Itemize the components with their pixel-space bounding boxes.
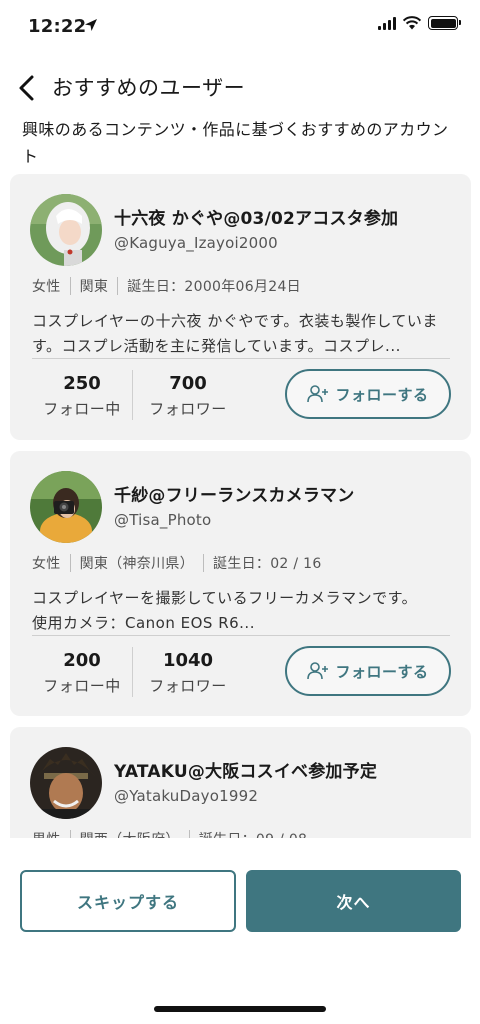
user-gender: 女性 xyxy=(32,556,61,572)
add-user-icon xyxy=(307,662,329,680)
meta-divider xyxy=(117,277,119,295)
status-time: 12:22 xyxy=(28,16,87,37)
avatar[interactable] xyxy=(30,747,102,819)
user-gender: 男性 xyxy=(32,829,61,838)
bottom-action-bar: スキップする 次へ xyxy=(0,838,480,1024)
skip-button[interactable]: スキップする xyxy=(20,870,236,932)
user-handle: @Kaguya_Izayoi2000 xyxy=(114,234,278,252)
user-birthday: 誕生日：02 / 16 xyxy=(213,556,322,572)
page-subtitle: 興味のあるコンテンツ・作品に基づくおすすめのアカウント xyxy=(22,120,449,166)
user-bio: コスプレイヤーの十六夜 かぐやです。衣装も製作していま す。コスプレ活動を主に発… xyxy=(32,309,450,359)
user-card[interactable]: YATAKU@大阪コスイベ参加予定 @YatakuDayo1992 男性 関西（… xyxy=(10,727,471,838)
user-card[interactable]: 千紗@フリーランスカメラマン @Tisa_Photo 女性 関東（神奈川県） 誕… xyxy=(10,451,471,716)
user-bio-line: 使用カメラ：Canon EOS R6... xyxy=(32,614,255,632)
following-label: フォロー中 xyxy=(43,400,121,418)
user-card[interactable]: 十六夜 かぐや@03/02アコスタ参加 @Kaguya_Izayoi2000 女… xyxy=(10,174,471,440)
followers-count: 700 xyxy=(169,373,207,394)
header: おすすめのユーザー xyxy=(0,66,480,110)
user-handle: @Tisa_Photo xyxy=(114,511,212,529)
wifi-icon xyxy=(402,16,422,30)
following-count: 200 xyxy=(63,650,101,671)
avatar[interactable] xyxy=(30,194,102,266)
follow-button-label: フォローする xyxy=(335,662,429,681)
meta-divider xyxy=(69,830,71,838)
user-list[interactable]: 十六夜 かぐや@03/02アコスタ参加 @Kaguya_Izayoi2000 女… xyxy=(0,174,480,838)
followers-stat: 700 フォロワー xyxy=(138,372,238,420)
chevron-left-icon xyxy=(19,75,34,101)
user-meta: 女性 関東（神奈川県） 誕生日：02 / 16 xyxy=(32,553,322,573)
user-region: 関東 xyxy=(79,279,109,295)
status-bar: 12:22 xyxy=(0,0,480,56)
user-bio: コスプレイヤーを撮影しているフリーカメラマンです。 使用カメラ：Canon EO… xyxy=(32,586,450,636)
back-button[interactable] xyxy=(12,72,42,104)
followers-count: 1040 xyxy=(162,650,214,671)
meta-divider xyxy=(69,277,71,295)
user-name: 千紗@フリーランスカメラマン xyxy=(114,486,355,506)
page-title: おすすめのユーザー xyxy=(52,76,246,100)
user-name: YATAKU@大阪コスイベ参加予定 xyxy=(114,762,378,782)
followers-label: フォロワー xyxy=(149,677,227,695)
user-birthday: 誕生日：2000年06月24日 xyxy=(127,279,301,295)
followers-label: フォロワー xyxy=(149,400,227,418)
home-indicator[interactable] xyxy=(154,1006,326,1012)
user-handle: @YatakuDayo1992 xyxy=(114,787,259,805)
user-birthday: 誕生日：09 / 08 xyxy=(199,829,308,838)
battery-icon xyxy=(428,16,461,30)
status-icons xyxy=(378,16,461,30)
add-user-icon xyxy=(307,385,329,403)
follow-button[interactable]: フォローする xyxy=(285,369,451,419)
user-region: 関西（大阪府） xyxy=(80,829,180,838)
following-stat: 250 フォロー中 xyxy=(32,372,132,420)
next-button[interactable]: 次へ xyxy=(246,870,461,932)
following-count: 250 xyxy=(63,373,101,394)
follow-button[interactable]: フォローする xyxy=(285,646,451,696)
user-meta: 男性 関西（大阪府） 誕生日：09 / 08 xyxy=(32,829,307,838)
location-arrow-icon xyxy=(85,19,97,31)
user-gender: 女性 xyxy=(32,279,61,295)
following-label: フォロー中 xyxy=(43,677,121,695)
user-meta: 女性 関東 誕生日：2000年06月24日 xyxy=(32,276,301,296)
meta-divider xyxy=(69,554,71,572)
followers-stat: 1040 フォロワー xyxy=(138,649,238,697)
cellular-signal-icon xyxy=(378,16,396,30)
card-divider xyxy=(32,635,450,636)
stat-divider xyxy=(132,370,133,420)
follow-button-label: フォローする xyxy=(335,385,429,404)
user-bio-line: す。コスプレ活動を主に発信しています。コスプレ... xyxy=(32,337,401,355)
meta-divider xyxy=(203,554,205,572)
meta-divider xyxy=(188,830,190,838)
user-region: 関東（神奈川県） xyxy=(79,556,195,572)
stat-divider xyxy=(132,647,133,697)
card-divider xyxy=(32,358,450,359)
user-bio-line: コスプレイヤーの十六夜 かぐやです。衣装も製作していま xyxy=(32,312,438,330)
user-bio-line: コスプレイヤーを撮影しているフリーカメラマンです。 xyxy=(32,589,418,607)
following-stat: 200 フォロー中 xyxy=(32,649,132,697)
avatar[interactable] xyxy=(30,471,102,543)
user-name: 十六夜 かぐや@03/02アコスタ参加 xyxy=(114,209,399,229)
